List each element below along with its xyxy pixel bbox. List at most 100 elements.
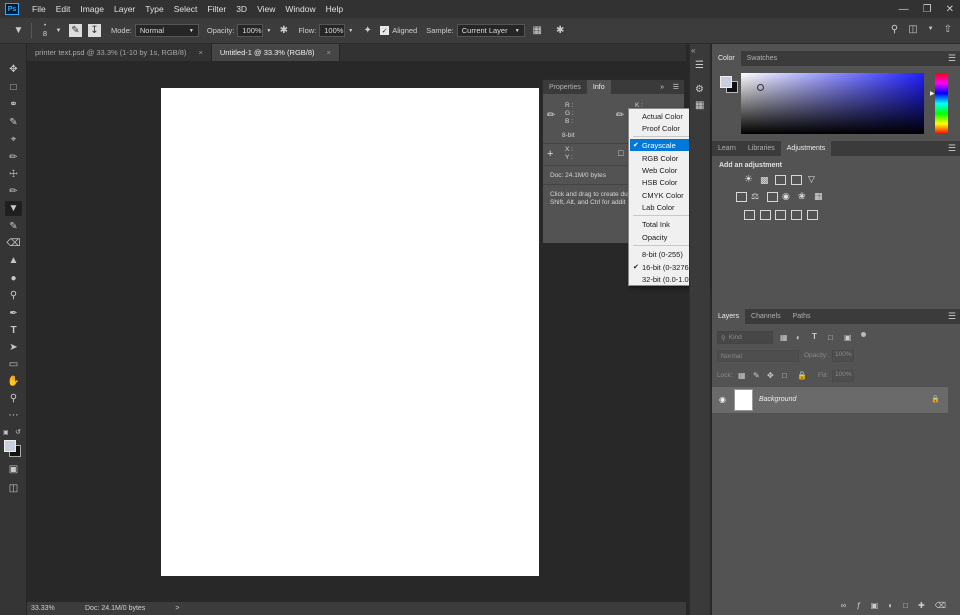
layer-style-icon[interactable]: ƒ <box>856 601 860 610</box>
airbrush-icon[interactable]: ✦ <box>361 24 374 37</box>
ignore-adjustment-icon[interactable]: ▦ <box>531 24 544 37</box>
threshold-icon[interactable] <box>775 210 786 220</box>
panel-menu-icon[interactable]: ☰ <box>948 143 956 154</box>
color-picker-cursor[interactable] <box>757 84 764 91</box>
tab-adjustments[interactable]: Adjustments <box>780 141 832 156</box>
menu-filter[interactable]: Filter <box>202 4 231 14</box>
clone-source-icon[interactable]: ↧ <box>88 24 101 37</box>
sample-select[interactable]: Current Layer ▼ <box>456 24 525 37</box>
lock-image-icon[interactable]: ✎ <box>753 371 760 380</box>
healing-brush-tool-icon[interactable]: ☩ <box>5 167 22 182</box>
brightness-contrast-icon[interactable]: ☀ <box>744 174 753 185</box>
default-colors-icon[interactable]: ▣ <box>3 429 9 436</box>
flow-input[interactable]: 100% <box>319 24 346 37</box>
opacity-input[interactable]: 100% <box>237 24 264 37</box>
menu-view[interactable]: View <box>252 4 280 14</box>
fill-input[interactable]: 100% <box>832 370 854 382</box>
path-selection-tool-icon[interactable]: ➤ <box>5 340 22 355</box>
visibility-eye-icon[interactable]: ◉ <box>719 395 726 404</box>
exposure-icon[interactable] <box>791 175 802 185</box>
curves-icon[interactable] <box>775 175 786 185</box>
layer-filter-select[interactable]: ⚲ Kind <box>717 331 773 344</box>
restore-icon[interactable]: ❐ <box>923 4 932 15</box>
gradient-tool-icon[interactable]: ▲ <box>5 253 22 268</box>
close-icon[interactable]: × <box>327 48 331 57</box>
black-white-icon[interactable] <box>767 192 778 202</box>
lock-transparent-icon[interactable]: ▦ <box>738 371 746 380</box>
tab-properties[interactable]: Properties <box>543 80 587 94</box>
tab-color[interactable]: Color <box>712 51 741 66</box>
collapse-icon[interactable]: » <box>660 84 664 91</box>
foreground-color-swatch[interactable] <box>4 440 16 452</box>
eyedropper-tool-icon[interactable]: ✏ <box>5 150 22 165</box>
panel-menu-icon[interactable]: ☰ <box>948 53 956 64</box>
tab-channels[interactable]: Channels <box>745 309 787 324</box>
posterize-icon[interactable] <box>760 210 771 220</box>
share-icon[interactable]: ⇧ <box>944 24 952 35</box>
menu-edit[interactable]: Edit <box>51 4 76 14</box>
color-field[interactable] <box>741 73 924 134</box>
new-group-icon[interactable]: □ <box>903 601 908 610</box>
hand-tool-icon[interactable]: ✋ <box>5 374 22 389</box>
blend-mode-select[interactable]: Normal <box>717 350 799 362</box>
marquee-tool-icon[interactable]: □ <box>5 80 22 95</box>
minimize-icon[interactable]: — <box>899 4 909 15</box>
photo-filter-icon[interactable]: ◉ <box>782 191 790 202</box>
filter-type-icon[interactable]: T <box>812 332 817 341</box>
aligned-checkbox[interactable]: ✓ <box>380 26 390 35</box>
clone-stamp-preset-icon[interactable]: ▼ <box>12 24 25 37</box>
swap-colors-icon[interactable]: ↺ <box>15 428 21 436</box>
menu-select[interactable]: Select <box>169 4 203 14</box>
pressure-size-icon[interactable]: ✱ <box>554 24 567 37</box>
collapse-icon[interactable]: « <box>691 46 695 55</box>
delete-layer-icon[interactable]: ⌫ <box>935 601 946 610</box>
close-icon[interactable]: ✕ <box>946 4 954 15</box>
tab-libraries[interactable]: Libraries <box>742 141 781 156</box>
channel-mixer-icon[interactable]: ❀ <box>798 191 806 202</box>
chevron-down-icon[interactable]: ▼ <box>52 24 65 37</box>
quick-mask-icon[interactable]: ▣ <box>5 462 22 477</box>
canvas[interactable] <box>161 88 539 576</box>
selective-color-icon[interactable] <box>791 210 802 220</box>
workspace-icon[interactable]: ◫ <box>908 24 917 35</box>
menu-3d[interactable]: 3D <box>231 4 252 14</box>
close-icon[interactable]: × <box>198 48 202 57</box>
eraser-tool-icon[interactable]: ⌫ <box>5 236 22 251</box>
brush-settings-icon[interactable]: ✎ <box>69 24 82 37</box>
chevron-down-icon[interactable]: ▼ <box>928 26 934 35</box>
rectangle-tool-icon[interactable]: ▭ <box>5 357 22 372</box>
hue-slider-handle-icon[interactable]: ▶ <box>930 90 935 97</box>
hue-saturation-icon[interactable] <box>736 192 747 202</box>
filter-adjustment-icon[interactable]: ◐ <box>796 333 801 342</box>
filter-pixel-icon[interactable]: ▦ <box>780 333 788 342</box>
move-tool-icon[interactable]: ✥ <box>5 62 22 77</box>
history-panel-icon[interactable]: ☰ <box>695 60 704 71</box>
history-brush-tool-icon[interactable]: ✎ <box>5 219 22 234</box>
hue-slider[interactable] <box>935 73 948 134</box>
tab-info[interactable]: Info <box>586 80 611 94</box>
tab-paths[interactable]: Paths <box>787 309 817 324</box>
menu-window[interactable]: Window <box>280 4 320 14</box>
menu-file[interactable]: File <box>27 4 51 14</box>
tab-printer-text[interactable]: printer text.psd @ 33.3% (1-10 by 1s, RG… <box>27 44 212 61</box>
color-lookup-icon[interactable]: ▦ <box>814 191 823 202</box>
lasso-tool-icon[interactable]: ⚭ <box>5 97 22 112</box>
lock-all-icon[interactable]: 🔒 <box>797 371 807 380</box>
menu-layer[interactable]: Layer <box>109 4 140 14</box>
link-layers-icon[interactable]: ∞ <box>841 601 847 610</box>
panel-menu-icon[interactable]: ☰ <box>673 83 679 91</box>
quick-select-tool-icon[interactable]: ✎ <box>5 115 22 130</box>
tab-untitled-1[interactable]: Untitled-1 @ 33.3% (RGB/8) × <box>211 44 340 61</box>
filter-toggle-icon[interactable] <box>861 332 866 337</box>
status-menu-arrow[interactable]: > <box>175 605 179 612</box>
crop-tool-icon[interactable]: ⌖ <box>5 132 22 147</box>
dodge-tool-icon[interactable]: ⚲ <box>5 288 22 303</box>
brush-tool-icon[interactable]: ✏ <box>5 184 22 199</box>
new-adjustment-layer-icon[interactable]: ◐ <box>888 601 893 610</box>
menu-help[interactable]: Help <box>321 4 348 14</box>
add-mask-icon[interactable]: ▣ <box>871 601 879 610</box>
search-icon[interactable]: ⚲ <box>891 24 898 35</box>
invert-icon[interactable] <box>744 210 755 220</box>
eyedropper-icon[interactable]: ✏ <box>616 110 624 121</box>
filter-shape-icon[interactable]: □ <box>828 333 833 342</box>
